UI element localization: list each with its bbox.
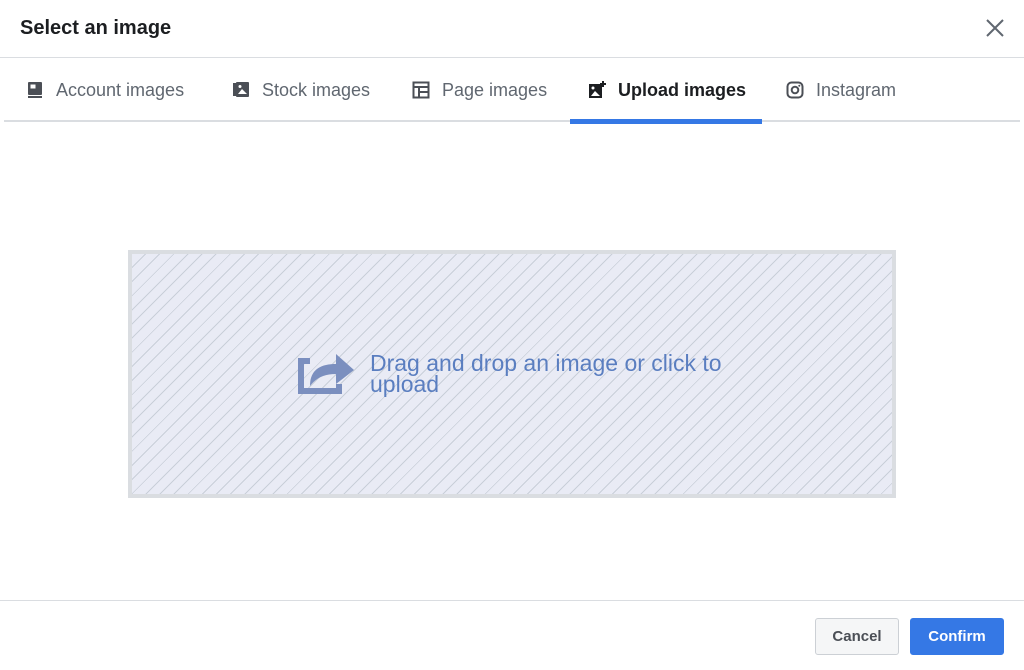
tab-instagram[interactable]: Instagram — [786, 58, 896, 122]
dialog-header: Select an image — [0, 0, 1024, 58]
tab-account-images[interactable]: Account images — [26, 58, 184, 122]
upload-images-icon — [589, 81, 606, 98]
tab-bar: Account images Stock images Page images … — [4, 58, 1020, 124]
tab-label: Page images — [442, 79, 548, 100]
upload-dropzone[interactable]: Drag and drop an image or click to uploa… — [128, 250, 896, 498]
close-icon — [986, 19, 1004, 37]
close-button[interactable] — [984, 17, 1006, 39]
tab-label: Upload images — [618, 79, 747, 100]
cancel-button[interactable]: Cancel — [815, 618, 899, 655]
page-images-icon — [412, 81, 430, 99]
tab-upload-images[interactable]: Upload images — [569, 58, 763, 124]
tab-label: Account images — [56, 79, 185, 100]
tab-label: Stock images — [262, 79, 371, 100]
dialog-footer: Cancel Confirm — [0, 600, 1024, 670]
stock-images-icon — [233, 82, 249, 97]
instagram-icon — [786, 81, 804, 99]
tab-label: Instagram — [816, 79, 897, 100]
dropzone-text: Drag and drop an image or click to uploa… — [370, 350, 722, 397]
confirm-button[interactable]: Confirm — [910, 618, 1004, 655]
share-upload-icon — [298, 354, 354, 394]
dialog-title: Select an image — [20, 17, 172, 39]
tab-stock-images[interactable]: Stock images — [232, 58, 370, 122]
account-images-icon — [28, 82, 42, 98]
tab-page-images[interactable]: Page images — [412, 58, 547, 122]
